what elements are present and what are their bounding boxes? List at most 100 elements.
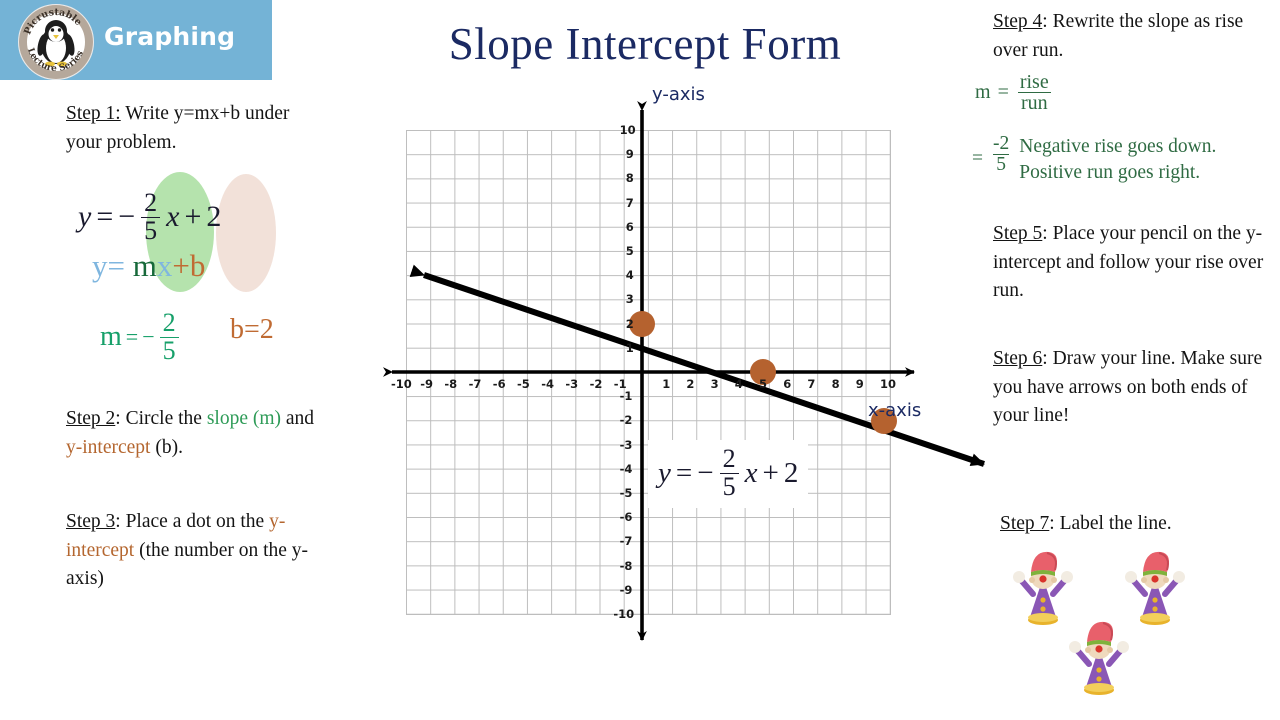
step-3-part1: : Place a dot on the [115,511,270,532]
m-value-group: m = − 2 5 [100,308,180,365]
x-tick-2: 2 [686,377,695,391]
formula-m: m [132,248,157,283]
x-tick-6: 6 [783,377,792,391]
m-numerator: 2 [162,308,176,337]
step-4-text: Step 4: Rewrite the slope as rise over r… [993,8,1278,65]
x-tick-10: 10 [880,377,897,391]
x-tick--5: -5 [517,377,530,391]
penguin-logo-icon: Picrustable Lecture Series [18,4,94,80]
equation-equals: = [96,200,114,234]
m-sign: − [142,324,155,350]
step-1-text: Step 1: Write y=mx+b under your problem. [66,100,314,157]
formula-x: x [156,248,173,283]
step-3-text: Step 3: Place a dot on the y-intercept (… [66,508,318,594]
header-title: Graphing [104,22,236,51]
x-tick-4: 4 [734,377,743,391]
step-7-text: Step 7: Label the line. [1000,510,1270,539]
slope-intercept-formula: y= mx+b [92,248,205,284]
y-tick--6: -6 [619,510,633,525]
step-3-heading: Step 3 [66,511,116,532]
m-denominator: 5 [159,336,179,365]
formula-equals: = [107,248,125,283]
y-tick-2: 2 [625,316,634,331]
x-tick--8: -8 [444,377,458,391]
y-tick-1: 1 [625,340,634,355]
plotted-line [409,264,985,467]
y-tick--1: -1 [619,389,633,404]
y-tick-4: 4 [625,268,634,283]
y-tick-6: 6 [625,219,634,234]
m-fraction: 2 5 [159,308,179,365]
equation-x: x [166,200,180,234]
formula-y: y [92,248,108,283]
step-5-heading: Step 5 [993,223,1043,244]
y-tick--3: -3 [619,437,633,452]
x-tick--7: -7 [468,377,482,391]
step-7-heading: Step 7 [1000,513,1050,534]
run-note: Positive run goes right. [1019,162,1201,183]
intercept-highlight-ellipse [216,174,276,292]
y-tick-5: 5 [625,244,634,258]
step-6-text: Step 6: Draw your line. Make sure you ha… [993,345,1280,431]
x-tick--10: -10 [391,377,412,391]
coordinate-graph: y-axis x-axis y = − 2 5 x + 2 -10 -9 -8 -7-… [380,84,1000,658]
step-4-heading: Step 4 [993,11,1043,32]
b-value: b=2 [230,314,274,345]
run-label: run [1017,92,1051,114]
y-tick-3: 3 [625,292,634,307]
equation-numerator: 2 [144,188,158,217]
y-tick-10: 10 [619,123,636,137]
rise-run-fraction: rise run [1017,72,1052,114]
step-2-heading: Step 2 [66,408,116,429]
x-tick--3: -3 [565,377,579,391]
slope-intercept-values: m = − 2 5 b=2 [100,308,340,380]
step-1-heading: Step 1: [66,103,121,124]
step-2-part1: : Circle the [115,408,207,429]
x-tick-3: 3 [710,377,719,391]
x-tick-7: 7 [807,377,816,391]
x-tick-5: 5 [759,377,768,391]
step-2-part3: and [281,408,315,429]
problem-equation-group: y = − 2 5 x + 2 y= mx+b [70,168,320,298]
equation-y: y [78,200,92,234]
graph-eq-y: y [658,456,671,489]
m-label: m [100,321,122,353]
y-tick-8: 8 [625,171,634,186]
graph-equation-label: y = − 2 5 x + 2 [648,440,809,509]
y-tick-9: 9 [625,147,634,162]
step-2-intercept-word: y-intercept [66,436,151,458]
step-2-m-token: (m) [247,408,282,429]
equation-fraction: 2 5 [141,188,161,245]
x-tick-9: 9 [855,377,864,391]
graph-eq-minus: − [697,456,714,489]
problem-equation: y = − 2 5 x + 2 [78,188,221,245]
equation-denominator: 5 [141,216,161,245]
graph-eq-plus: + [762,456,779,489]
y-tick--2: -2 [619,413,633,428]
step-7-body: : Label the line. [1049,513,1172,534]
x-tick--4: -4 [541,377,554,391]
y-tick--5: -5 [619,486,633,500]
m-equals: = [125,324,139,350]
x-tick-1: 1 [662,377,671,391]
step-2-slope-word: slope [206,408,248,429]
y-tick--9: -9 [619,582,633,597]
graph-eq-denominator: 5 [719,472,739,501]
x-tick--2: -2 [589,377,603,391]
y-tick--4: -4 [619,461,633,476]
y-tick--8: -8 [619,558,633,573]
negative-slope-explanation: = -2 5 Negative rise goes down. Positive… [972,134,1280,186]
graph-eq-numerator: 2 [722,444,736,473]
y-tick--10: -10 [613,607,635,621]
y-tick-7: 7 [625,195,634,210]
graph-vector-layer [383,101,985,641]
x-tick-8: 8 [831,377,840,391]
equation-plus: + [184,200,202,234]
celebration-gnomes-decoration [1005,548,1220,698]
y-tick--7: -7 [619,534,633,549]
y-axis-label: y-axis [652,84,705,105]
graph-eq-equals: = [675,456,693,489]
page-title: Slope Intercept Form [448,19,842,69]
step-2-text: Step 2: Circle the slope (m) and y-inter… [66,405,316,462]
graph-eq-x: x [744,456,758,489]
